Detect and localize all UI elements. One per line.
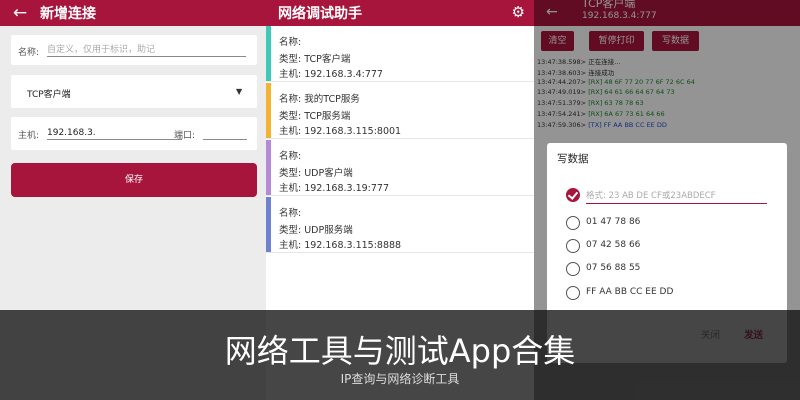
- option-label[interactable]: 01 47 78 86: [586, 217, 640, 227]
- list-item[interactable]: 名称: 类型: UDP服务端主机: 192.168.3.115:8888: [266, 197, 534, 253]
- type-selected-value: TCP客户端: [27, 90, 71, 100]
- entry-name-line: 名称: 我的TCP服务: [279, 94, 360, 105]
- entry-type-line: 类型: TCP客户端: [279, 54, 351, 65]
- gear-icon[interactable]: ⚙: [512, 3, 525, 21]
- host-label: 主机:: [18, 131, 40, 141]
- banner-subtitle: IP查询与网络诊断工具: [340, 372, 460, 386]
- entry-type-line: 类型: TCP服务端: [279, 111, 351, 122]
- page-title: 网络调试助手: [278, 6, 362, 22]
- entry-name-line: 名称:: [279, 151, 302, 162]
- host-card: 主机: 192.168.3. 端口:: [11, 117, 257, 150]
- option-label[interactable]: 07 56 88 55: [586, 263, 640, 273]
- new-connection-appbar: ← 新增连接: [0, 0, 266, 26]
- port-label: 端口:: [174, 131, 196, 141]
- dialog-title: 写数据: [557, 153, 589, 165]
- entry-type-line: 类型: UDP服务端: [279, 225, 353, 236]
- entry-host-line: 主机: 192.168.3.4:777: [279, 69, 383, 80]
- list-item[interactable]: 名称: 我的TCP服务 类型: TCP服务端主机: 192.168.3.115:8…: [266, 83, 534, 139]
- color-stripe: [266, 197, 271, 252]
- list-item[interactable]: 名称: 类型: UDP客户端主机: 192.168.3.19:777: [266, 140, 534, 196]
- option-label[interactable]: FF AA BB CC EE DD: [586, 287, 673, 297]
- entry-host-line: 主机: 192.168.3.19:777: [279, 183, 390, 194]
- radio-option-2[interactable]: [566, 239, 580, 253]
- radio-checked-icon[interactable]: [566, 188, 580, 202]
- back-arrow-icon[interactable]: ←: [0, 0, 40, 26]
- list-item[interactable]: 名称: 类型: TCP客户端主机: 192.168.3.4:777: [266, 26, 534, 82]
- type-dropdown[interactable]: TCP客户端 ▼: [11, 75, 257, 108]
- radio-option-1[interactable]: [566, 216, 580, 230]
- port-input[interactable]: [203, 127, 247, 140]
- hex-input[interactable]: 格式: 23 AB DE CF或23ABDECF: [586, 190, 767, 204]
- option-label[interactable]: 07 42 58 66: [586, 240, 640, 250]
- dropdown-arrow-icon: ▼: [236, 87, 243, 96]
- radio-option-3[interactable]: [566, 262, 580, 276]
- color-stripe: [266, 140, 271, 195]
- color-stripe: [266, 26, 271, 81]
- banner-title: 网络工具与测试App合集: [224, 332, 576, 370]
- name-label: 名称:: [18, 48, 40, 58]
- entry-host-line: 主机: 192.168.3.115:8888: [279, 240, 402, 251]
- entry-name-line: 名称:: [279, 37, 302, 48]
- name-card: 名称: 自定义，仅用于标识，助记: [11, 35, 257, 65]
- radio-option-4[interactable]: [566, 286, 580, 300]
- host-input[interactable]: 192.168.3.: [47, 127, 182, 140]
- name-input[interactable]: 自定义，仅用于标识，助记: [47, 44, 246, 57]
- color-stripe: [266, 83, 271, 138]
- entry-type-line: 类型: UDP客户端: [279, 168, 353, 179]
- entry-host-line: 主机: 192.168.3.115:8001: [279, 126, 402, 137]
- list-appbar: 网络调试助手 ⚙: [266, 0, 534, 26]
- banner-text-layer: 网络工具与测试App合集 IP查询与网络诊断工具: [0, 310, 800, 400]
- entry-name-line: 名称:: [279, 208, 302, 219]
- page-title: 新增连接: [40, 6, 96, 22]
- save-button[interactable]: 保存: [11, 163, 257, 197]
